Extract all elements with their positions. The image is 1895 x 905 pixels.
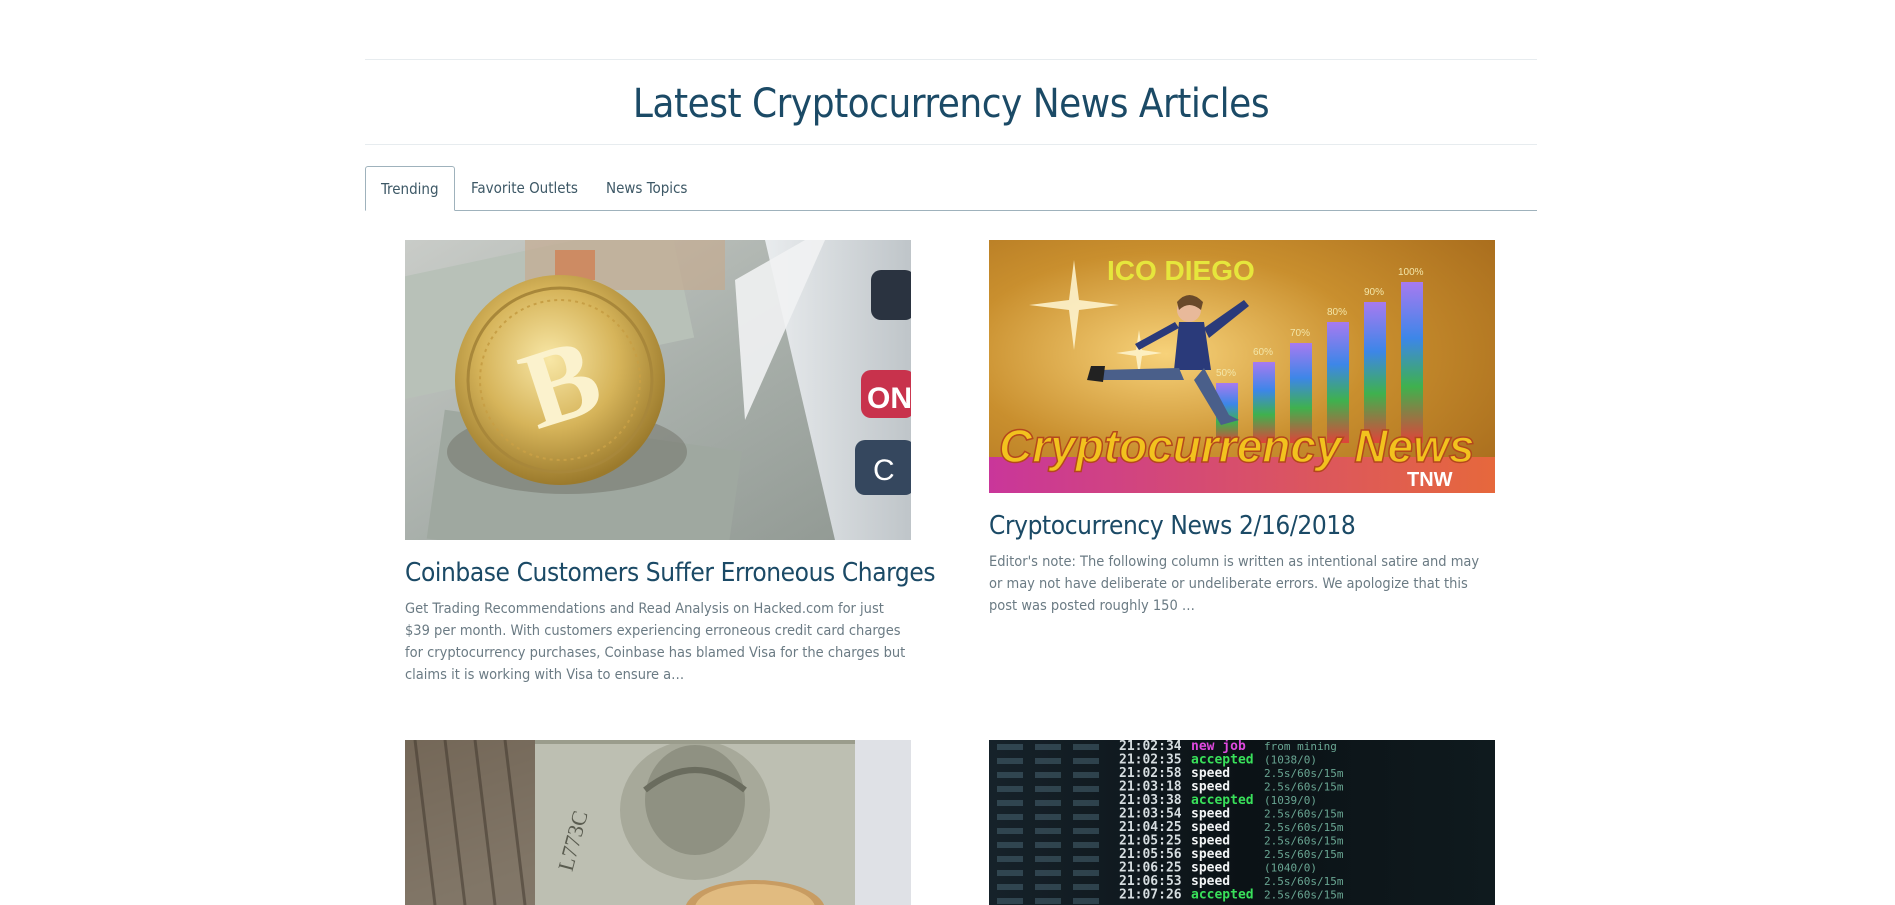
terminal-blur-glyph (1073, 758, 1099, 764)
terminal-blur-glyph (997, 772, 1023, 778)
terminal-detail: 2.5s/60s/15m (1264, 835, 1344, 848)
tab-favorite-outlets[interactable]: Favorite Outlets (456, 166, 593, 209)
terminal-blur-glyph (1035, 786, 1061, 792)
terminal-detail: 2.5s/60s/15m (1264, 821, 1344, 834)
terminal-timestamp: 21:07:26 (1119, 888, 1182, 903)
calculator-key-on: ON (867, 382, 911, 415)
terminal-detail: from mining (1264, 740, 1337, 753)
bar-label: 70% (1290, 328, 1310, 339)
tab-trending[interactable]: Trending (365, 166, 455, 211)
terminal-detail: 2.5s/60s/15m (1264, 889, 1344, 902)
article-image-mining-terminal[interactable]: 21:02:34 new job from mining 21:02:35 accept… (989, 740, 1495, 905)
article-card: ON C B Coinbase Customers Suffer Erroneo… (405, 240, 936, 686)
bar-label: 100% (1398, 267, 1424, 278)
terminal-blur-glyph (1035, 814, 1061, 820)
terminal-detail: 2.5s/60s/15m (1264, 875, 1344, 888)
terminal-blur-glyph (997, 828, 1023, 834)
terminal-blur-glyph (1073, 842, 1099, 848)
terminal-blur-glyph (1073, 786, 1099, 792)
terminal-detail: 2.5s/60s/15m (1264, 808, 1344, 821)
tab-news-topics[interactable]: News Topics (591, 166, 702, 209)
terminal-blur-glyph (1073, 828, 1099, 834)
top-divider (365, 59, 1537, 60)
article-card: 21:02:34 new job from mining 21:02:35 accept… (989, 740, 1495, 905)
page-title: Latest Cryptocurrency News Articles (632, 81, 1270, 127)
terminal-detail: (1040/0) (1264, 862, 1317, 875)
terminal-blur-glyph (1035, 800, 1061, 806)
terminal-blur-glyph (1073, 744, 1099, 750)
bar-label: 90% (1364, 287, 1384, 298)
terminal-blur-glyph (997, 884, 1023, 890)
terminal-blur-glyph (997, 898, 1023, 904)
article-title[interactable]: Coinbase Customers Suffer Erroneous Char… (405, 558, 936, 588)
title-divider (365, 144, 1537, 145)
terminal-blur-glyph (1035, 884, 1061, 890)
terminal-blur-glyph (1035, 744, 1061, 750)
terminal-blur-glyph (1035, 828, 1061, 834)
terminal-blur-glyph (1035, 772, 1061, 778)
article-card: L773C (405, 740, 911, 905)
terminal-blur-glyph (1035, 842, 1061, 848)
article-excerpt: Get Trading Recommendations and Read Ana… (405, 601, 906, 683)
article-excerpt: Editor's note: The following column is w… (989, 554, 1480, 614)
terminal-blur-glyph (1035, 870, 1061, 876)
terminal-detail: (1039/0) (1264, 794, 1317, 807)
bar-label: 80% (1327, 307, 1347, 318)
headline-ico-diego: ICO DIEGO (1107, 255, 1255, 286)
tnw-logo: TNW (1407, 469, 1453, 491)
terminal-blur-glyph (1073, 884, 1099, 890)
terminal-blur-glyph (1073, 898, 1099, 904)
terminal-blur-glyph (997, 814, 1023, 820)
bar-label: 60% (1253, 347, 1273, 358)
terminal-blur-glyph (1035, 898, 1061, 904)
terminal-blur-glyph (997, 800, 1023, 806)
terminal-blur-glyph (1073, 814, 1099, 820)
terminal-detail: 2.5s/60s/15m (1264, 848, 1344, 861)
terminal-blur-glyph (997, 786, 1023, 792)
terminal-detail: (1038/0) (1264, 754, 1317, 767)
terminal-blur-glyph (997, 842, 1023, 848)
terminal-blur-glyph (1035, 856, 1061, 862)
tab-bar: Trending Favorite Outlets News Topics (365, 166, 1537, 211)
terminal-blur-glyph (997, 870, 1023, 876)
article-card: ICO DIEGO 50% 60% 70% 80% 90% 100% Crypt… (989, 240, 1495, 617)
article-image-ico-diego[interactable]: ICO DIEGO 50% 60% 70% 80% 90% 100% Crypt… (989, 240, 1495, 493)
calculator-key-c: C (873, 454, 895, 487)
terminal-blur-glyph (1073, 800, 1099, 806)
terminal-blur-glyph (1035, 758, 1061, 764)
article-title[interactable]: Cryptocurrency News 2/16/2018 (989, 511, 1495, 541)
terminal-blur-glyph (1073, 870, 1099, 876)
terminal-detail: 2.5s/60s/15m (1264, 781, 1344, 794)
terminal-blur-glyph (1073, 856, 1099, 862)
terminal-blur-glyph (997, 758, 1023, 764)
banner-cryptocurrency-news: Cryptocurrency News (999, 420, 1475, 472)
terminal-blur-glyph (997, 744, 1023, 750)
terminal-detail: 2.5s/60s/15m (1264, 767, 1344, 780)
terminal-blur-glyph (997, 856, 1023, 862)
terminal-status-word: accepted (1191, 888, 1254, 903)
terminal-blur-glyph (1073, 772, 1099, 778)
article-image-dollar-bills[interactable]: L773C (405, 740, 911, 905)
bar-label: 50% (1216, 368, 1236, 379)
article-image-bitcoin[interactable]: ON C B (405, 240, 911, 540)
